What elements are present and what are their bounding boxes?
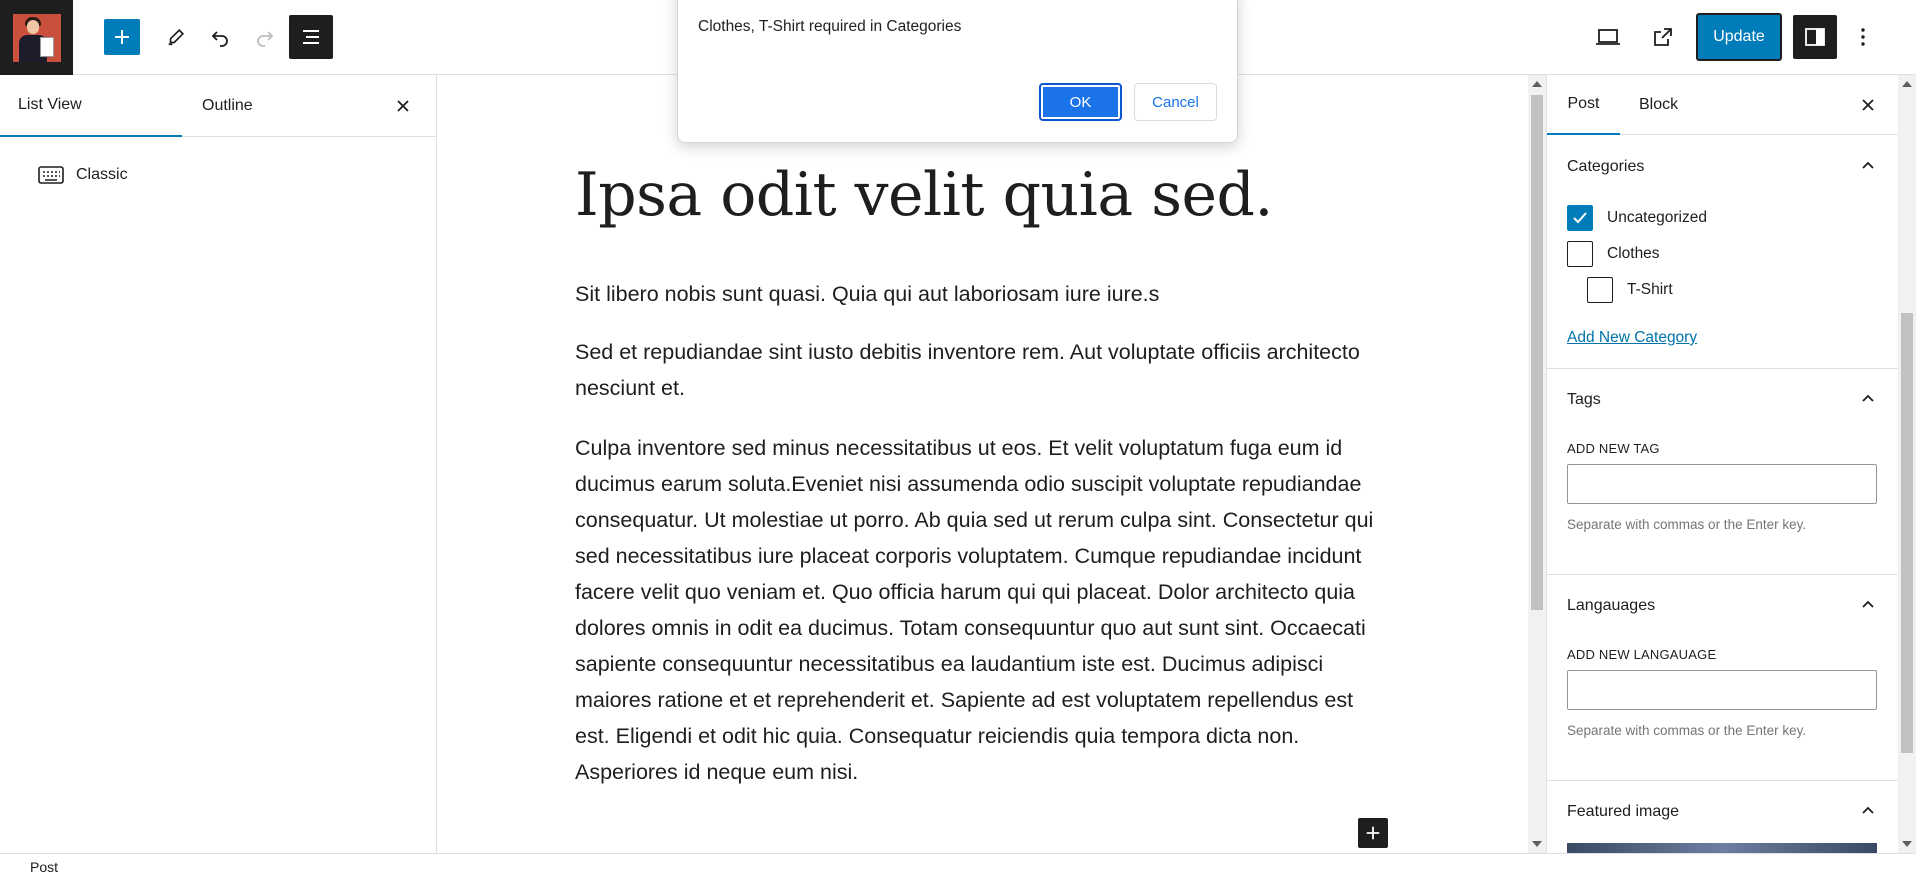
add-new-category-link[interactable]: Add New Category xyxy=(1567,329,1697,347)
chevron-up-icon xyxy=(1862,394,1874,402)
tab-block[interactable]: Block xyxy=(1639,75,1678,135)
scroll-up-arrow[interactable] xyxy=(1532,81,1542,87)
close-document-overview-button[interactable] xyxy=(391,94,415,118)
settings-sidebar: Post Block Categories Uncategorized Clot… xyxy=(1546,75,1898,853)
plus-icon xyxy=(1366,826,1380,840)
tags-help-text: Separate with commas or the Enter key. xyxy=(1567,517,1807,532)
category-checkbox-t-shirt[interactable] xyxy=(1587,277,1613,303)
tags-panel: Tags ADD NEW TAG Separate with commas or… xyxy=(1547,369,1898,575)
sidebar-scrollbar[interactable] xyxy=(1898,75,1916,853)
category-item-uncategorized: Uncategorized xyxy=(1567,205,1707,231)
sidebar-tabs: Post Block xyxy=(1547,75,1898,135)
preview-button[interactable] xyxy=(1590,19,1626,55)
document-overview-tabs: List View Outline xyxy=(0,75,437,137)
more-vertical-icon xyxy=(1861,28,1865,46)
add-new-language-label: ADD NEW LANGAUAGE xyxy=(1567,647,1717,662)
site-logo[interactable] xyxy=(0,0,73,75)
redo-icon xyxy=(257,31,274,47)
categories-panel: Categories Uncategorized Clothes T-Shirt… xyxy=(1547,136,1898,369)
category-checkbox-uncategorized[interactable] xyxy=(1567,205,1593,231)
tab-outline[interactable]: Outline xyxy=(202,75,362,137)
scrollbar-thumb[interactable] xyxy=(1531,95,1543,610)
tools-button[interactable] xyxy=(158,19,194,55)
paragraph-block[interactable]: Sed et repudiandae sint iusto debitis in… xyxy=(575,334,1385,406)
category-label: Uncategorized xyxy=(1607,209,1707,226)
category-item-clothes: Clothes xyxy=(1567,241,1660,267)
block-inserter-button[interactable] xyxy=(104,19,140,55)
add-new-tag-input[interactable] xyxy=(1567,464,1877,504)
view-post-button[interactable] xyxy=(1645,19,1681,55)
languages-panel-title[interactable]: Langauages xyxy=(1567,597,1655,615)
scroll-up-arrow[interactable] xyxy=(1902,81,1912,87)
languages-collapse-toggle[interactable] xyxy=(1856,593,1880,617)
tab-post[interactable]: Post xyxy=(1547,75,1620,135)
document-overview-button[interactable] xyxy=(289,15,333,59)
add-new-language-input[interactable] xyxy=(1567,670,1877,710)
languages-panel: Langauages ADD NEW LANGAUAGE Separate wi… xyxy=(1547,575,1898,781)
pen-icon xyxy=(168,28,185,46)
alert-message: Clothes, T-Shirt required in Categories xyxy=(698,18,962,35)
paragraph-block[interactable]: Sit libero nobis sunt quasi. Quia qui au… xyxy=(575,276,1385,312)
categories-panel-title[interactable]: Categories xyxy=(1567,158,1644,176)
category-label: T-Shirt xyxy=(1627,281,1673,298)
redo-button[interactable] xyxy=(247,19,283,55)
featured-image-panel-title[interactable]: Featured image xyxy=(1567,803,1679,821)
scroll-down-arrow[interactable] xyxy=(1902,841,1912,847)
sidebar-toggle-icon xyxy=(1805,28,1825,46)
categories-collapse-toggle[interactable] xyxy=(1856,154,1880,178)
editor-footer: Post xyxy=(0,853,1916,879)
tags-panel-title[interactable]: Tags xyxy=(1567,391,1601,409)
canvas-scrollbar[interactable] xyxy=(1528,75,1546,853)
breadcrumb[interactable]: Post xyxy=(30,859,58,875)
category-item-t-shirt: T-Shirt xyxy=(1587,277,1673,303)
document-overview-panel: List View Outline Classic xyxy=(0,75,437,853)
chevron-up-icon xyxy=(1862,161,1874,169)
undo-button[interactable] xyxy=(202,19,238,55)
alert-dialog: Clothes, T-Shirt required in Categories … xyxy=(677,0,1238,143)
category-label: Clothes xyxy=(1607,245,1660,262)
options-button[interactable] xyxy=(1845,19,1881,55)
site-logo-image xyxy=(12,13,61,62)
scrollbar-thumb[interactable] xyxy=(1901,313,1913,753)
languages-help-text: Separate with commas or the Enter key. xyxy=(1567,723,1807,738)
featured-image-collapse-toggle[interactable] xyxy=(1856,799,1880,823)
document-overview-icon xyxy=(303,30,319,44)
settings-sidebar-toggle[interactable] xyxy=(1793,15,1837,59)
editor-canvas: Ipsa odit velit quia sed. Sit libero nob… xyxy=(438,75,1528,853)
tags-collapse-toggle[interactable] xyxy=(1856,387,1880,411)
category-checkbox-clothes[interactable] xyxy=(1567,241,1593,267)
update-button[interactable]: Update xyxy=(1696,13,1782,61)
featured-image-preview[interactable] xyxy=(1567,843,1877,853)
external-link-icon xyxy=(1654,28,1672,46)
keyboard-icon xyxy=(38,166,64,184)
scroll-down-arrow[interactable] xyxy=(1532,841,1542,847)
ok-button[interactable]: OK xyxy=(1039,83,1122,121)
close-settings-button[interactable] xyxy=(1856,93,1880,117)
list-view-item-classic[interactable]: Classic xyxy=(38,160,128,190)
cancel-button[interactable]: Cancel xyxy=(1134,83,1217,121)
check-icon xyxy=(1573,212,1587,224)
list-view-item-label: Classic xyxy=(76,166,128,183)
post-title[interactable]: Ipsa odit velit quia sed. xyxy=(575,160,1273,230)
plus-icon xyxy=(115,30,129,44)
close-icon xyxy=(397,100,409,112)
featured-image-panel: Featured image xyxy=(1547,781,1898,853)
chevron-up-icon xyxy=(1862,806,1874,814)
undo-icon xyxy=(211,31,228,47)
paragraph-block[interactable]: Culpa inventore sed minus necessitatibus… xyxy=(575,430,1385,790)
chevron-up-icon xyxy=(1862,600,1874,608)
add-block-button[interactable] xyxy=(1358,818,1388,848)
desktop-preview-icon xyxy=(1596,29,1620,45)
add-new-tag-label: ADD NEW TAG xyxy=(1567,441,1660,456)
tab-list-view[interactable]: List View xyxy=(0,75,182,137)
close-icon xyxy=(1862,99,1874,111)
